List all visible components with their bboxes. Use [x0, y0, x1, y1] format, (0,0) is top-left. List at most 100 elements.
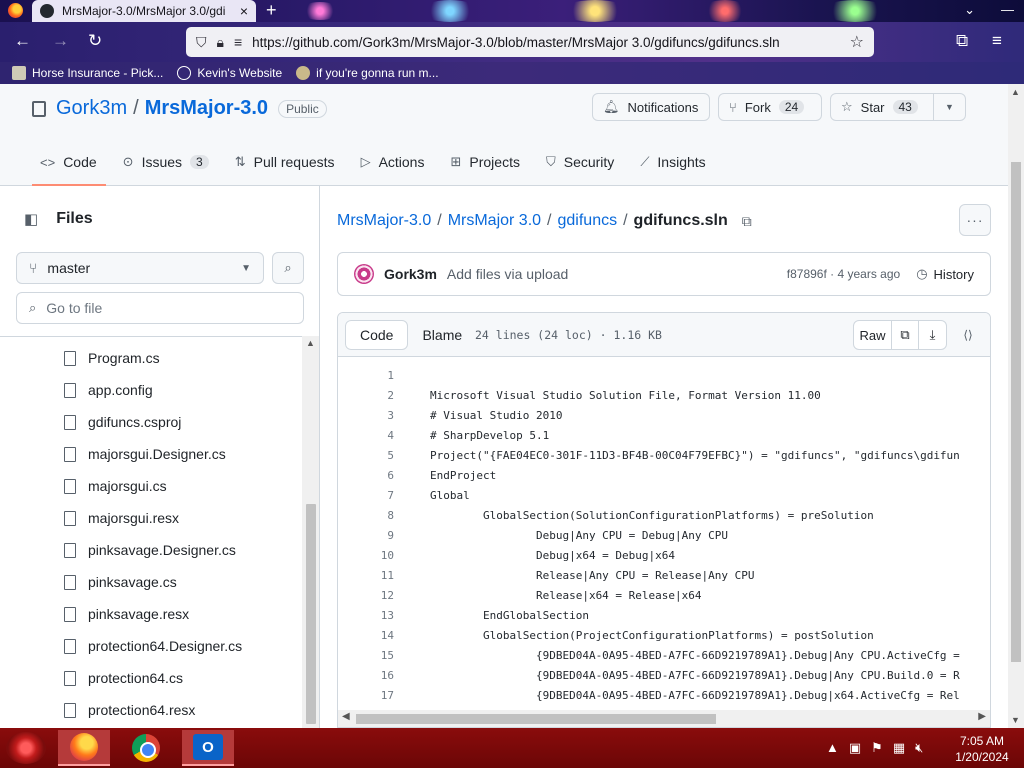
- go-to-file-input[interactable]: [46, 300, 287, 316]
- history-button[interactable]: ◷ History: [916, 266, 974, 282]
- scroll-left-icon[interactable]: ◀: [342, 711, 350, 722]
- permissions-icon[interactable]: ≡: [234, 34, 242, 50]
- branch-selector[interactable]: ⑂ master ▼: [16, 252, 264, 284]
- file-item[interactable]: majorsgui.resx: [0, 502, 302, 534]
- file-item[interactable]: majorsgui.cs: [0, 470, 302, 502]
- go-to-file-field[interactable]: ⌕: [16, 292, 304, 324]
- file-icon: [64, 606, 76, 622]
- reload-icon[interactable]: ↻: [88, 31, 102, 51]
- sidebar-scrollbar[interactable]: ▲: [302, 336, 319, 728]
- extensions-icon[interactable]: ⧉: [956, 31, 968, 51]
- new-tab-button[interactable]: +: [266, 0, 277, 20]
- firefox-icon: [70, 733, 98, 761]
- bookmark-gonna-run[interactable]: if you're gonna run m...: [296, 66, 439, 80]
- copy-icon: ⧉: [900, 327, 910, 342]
- file-item[interactable]: protection64.cs: [0, 662, 302, 694]
- tab-close-icon[interactable]: ×: [240, 3, 248, 19]
- code-view-button[interactable]: Code: [345, 320, 409, 350]
- bookmark-star-icon[interactable]: ☆: [850, 32, 864, 52]
- file-item[interactable]: gdifuncs.csproj: [0, 406, 302, 438]
- start-button[interactable]: [6, 732, 46, 764]
- page-scrollbar[interactable]: ▲ ▼: [1008, 84, 1024, 728]
- bookmark-image-icon: [12, 66, 26, 80]
- forward-arrow-icon[interactable]: →: [52, 31, 69, 51]
- fork-button[interactable]: ⑂ Fork 24: [718, 93, 822, 121]
- commit-sha-time[interactable]: f87896f · 4 years ago: [787, 267, 900, 281]
- scroll-down-icon[interactable]: ▼: [1011, 715, 1020, 725]
- raw-button[interactable]: Raw: [854, 321, 892, 349]
- download-button[interactable]: ⤓: [919, 321, 946, 349]
- breadcrumb-root-link[interactable]: MrsMajor-3.0: [337, 212, 431, 230]
- bookmark-horse-insurance[interactable]: Horse Insurance - Pick...: [12, 66, 163, 80]
- file-item[interactable]: pinksavage.Designer.cs: [0, 534, 302, 566]
- show-hidden-icons-icon[interactable]: ▲: [826, 740, 839, 756]
- bell-icon: 🔔︎: [603, 99, 620, 114]
- file-item[interactable]: pinksavage.resx: [0, 598, 302, 630]
- breadcrumb-dir-link[interactable]: MrsMajor 3.0: [448, 212, 541, 230]
- symbols-button[interactable]: ⟨⟩: [955, 321, 981, 349]
- commit-message[interactable]: Add files via upload: [447, 266, 568, 282]
- code-line: 10 Debug|x64 = Debug|x64: [380, 548, 676, 562]
- file-item[interactable]: protection64.Designer.cs: [0, 630, 302, 662]
- volume-muted-icon[interactable]: 🔇︎: [915, 740, 923, 756]
- scroll-right-icon[interactable]: ▶: [978, 711, 986, 722]
- file-item[interactable]: pinksavage.cs: [0, 566, 302, 598]
- back-arrow-icon[interactable]: ←: [14, 31, 31, 51]
- tab-list-chevron-icon[interactable]: ⌄: [964, 2, 975, 18]
- bookmark-kevins-website[interactable]: Kevin's Website: [177, 66, 282, 80]
- visibility-badge: Public: [278, 99, 327, 118]
- sidebar-collapse-icon[interactable]: ◧: [24, 210, 38, 228]
- url-text[interactable]: https://github.com/Gork3m/MrsMajor-3.0/b…: [252, 35, 850, 50]
- download-icon: ⤓: [929, 327, 936, 342]
- star-list-dropdown[interactable]: ▼: [933, 93, 966, 121]
- file-item[interactable]: app.config: [0, 374, 302, 406]
- display-icon[interactable]: ▦: [893, 740, 905, 756]
- menu-hamburger-icon[interactable]: ≡: [992, 31, 1002, 51]
- copy-raw-button[interactable]: ⧉: [892, 321, 919, 349]
- tab-security[interactable]: ⛉ Security: [546, 154, 614, 170]
- scroll-up-icon[interactable]: ▲: [1011, 87, 1020, 97]
- tab-pull-requests[interactable]: ⇅ Pull requests: [235, 154, 335, 170]
- taskbar-clock[interactable]: 7:05 AM 1/20/2024: [948, 733, 1016, 765]
- tab-issues[interactable]: ⊙ Issues 3: [123, 154, 209, 170]
- file-item[interactable]: majorsgui.Designer.cs: [0, 438, 302, 470]
- github-favicon-icon: [40, 4, 54, 18]
- repo-owner-link[interactable]: Gork3m: [56, 97, 127, 120]
- tab-code[interactable]: <> Code: [40, 154, 97, 170]
- latest-commit-bar: Gork3m Add files via upload f87896f · 4 …: [337, 252, 991, 296]
- kebab-icon: ···: [966, 212, 984, 228]
- taskbar-outlook[interactable]: O: [182, 730, 234, 766]
- browser-tab-active[interactable]: MrsMajor-3.0/MrsMajor 3.0/gdi ×: [32, 0, 256, 22]
- search-button[interactable]: ⌕: [272, 252, 304, 284]
- file-icon: [64, 350, 76, 366]
- lock-icon[interactable]: 🔒︎: [217, 34, 224, 51]
- code-lines: 1 2 Microsoft Visual Studio Solution File…: [338, 365, 990, 705]
- code-horizontal-scrollbar[interactable]: ◀ ▶: [338, 710, 990, 727]
- network-icon[interactable]: ▣: [849, 740, 861, 756]
- file-item[interactable]: Program.cs: [0, 342, 302, 374]
- commit-author[interactable]: Gork3m: [384, 266, 437, 282]
- shield-icon[interactable]: ⛉: [196, 34, 207, 51]
- notifications-button[interactable]: 🔔︎ Notifications: [592, 93, 710, 121]
- code-scroll-thumb[interactable]: [356, 714, 716, 724]
- blame-view-button[interactable]: Blame: [408, 320, 476, 350]
- breadcrumb-dir-link[interactable]: gdifuncs: [558, 212, 618, 230]
- code-line: 9 Debug|Any CPU = Debug|Any CPU: [387, 528, 729, 542]
- page-scroll-thumb[interactable]: [1011, 162, 1021, 662]
- file-item[interactable]: protection64.resx: [0, 694, 302, 726]
- flag-icon[interactable]: ⚑: [871, 740, 883, 756]
- tab-projects[interactable]: ⊞ Projects: [450, 154, 519, 170]
- taskbar-firefox[interactable]: [58, 730, 110, 766]
- url-bar[interactable]: ⛉ 🔒︎ ≡ https://github.com/Gork3m/MrsMajo…: [186, 27, 874, 57]
- avatar[interactable]: [354, 264, 374, 284]
- copy-path-icon[interactable]: ⧉: [742, 213, 752, 230]
- scroll-up-icon[interactable]: ▲: [306, 338, 315, 348]
- repo-name-link[interactable]: MrsMajor-3.0: [145, 97, 268, 120]
- tab-actions[interactable]: ▷ Actions: [361, 154, 425, 170]
- tab-insights[interactable]: ⟋ Insights: [640, 154, 705, 170]
- star-button[interactable]: ☆ Star 43: [830, 93, 934, 121]
- more-options-button[interactable]: ···: [959, 204, 991, 236]
- taskbar-chrome[interactable]: [120, 730, 172, 766]
- minimize-button[interactable]: —: [1001, 2, 1014, 18]
- sidebar-scroll-thumb[interactable]: [306, 504, 316, 724]
